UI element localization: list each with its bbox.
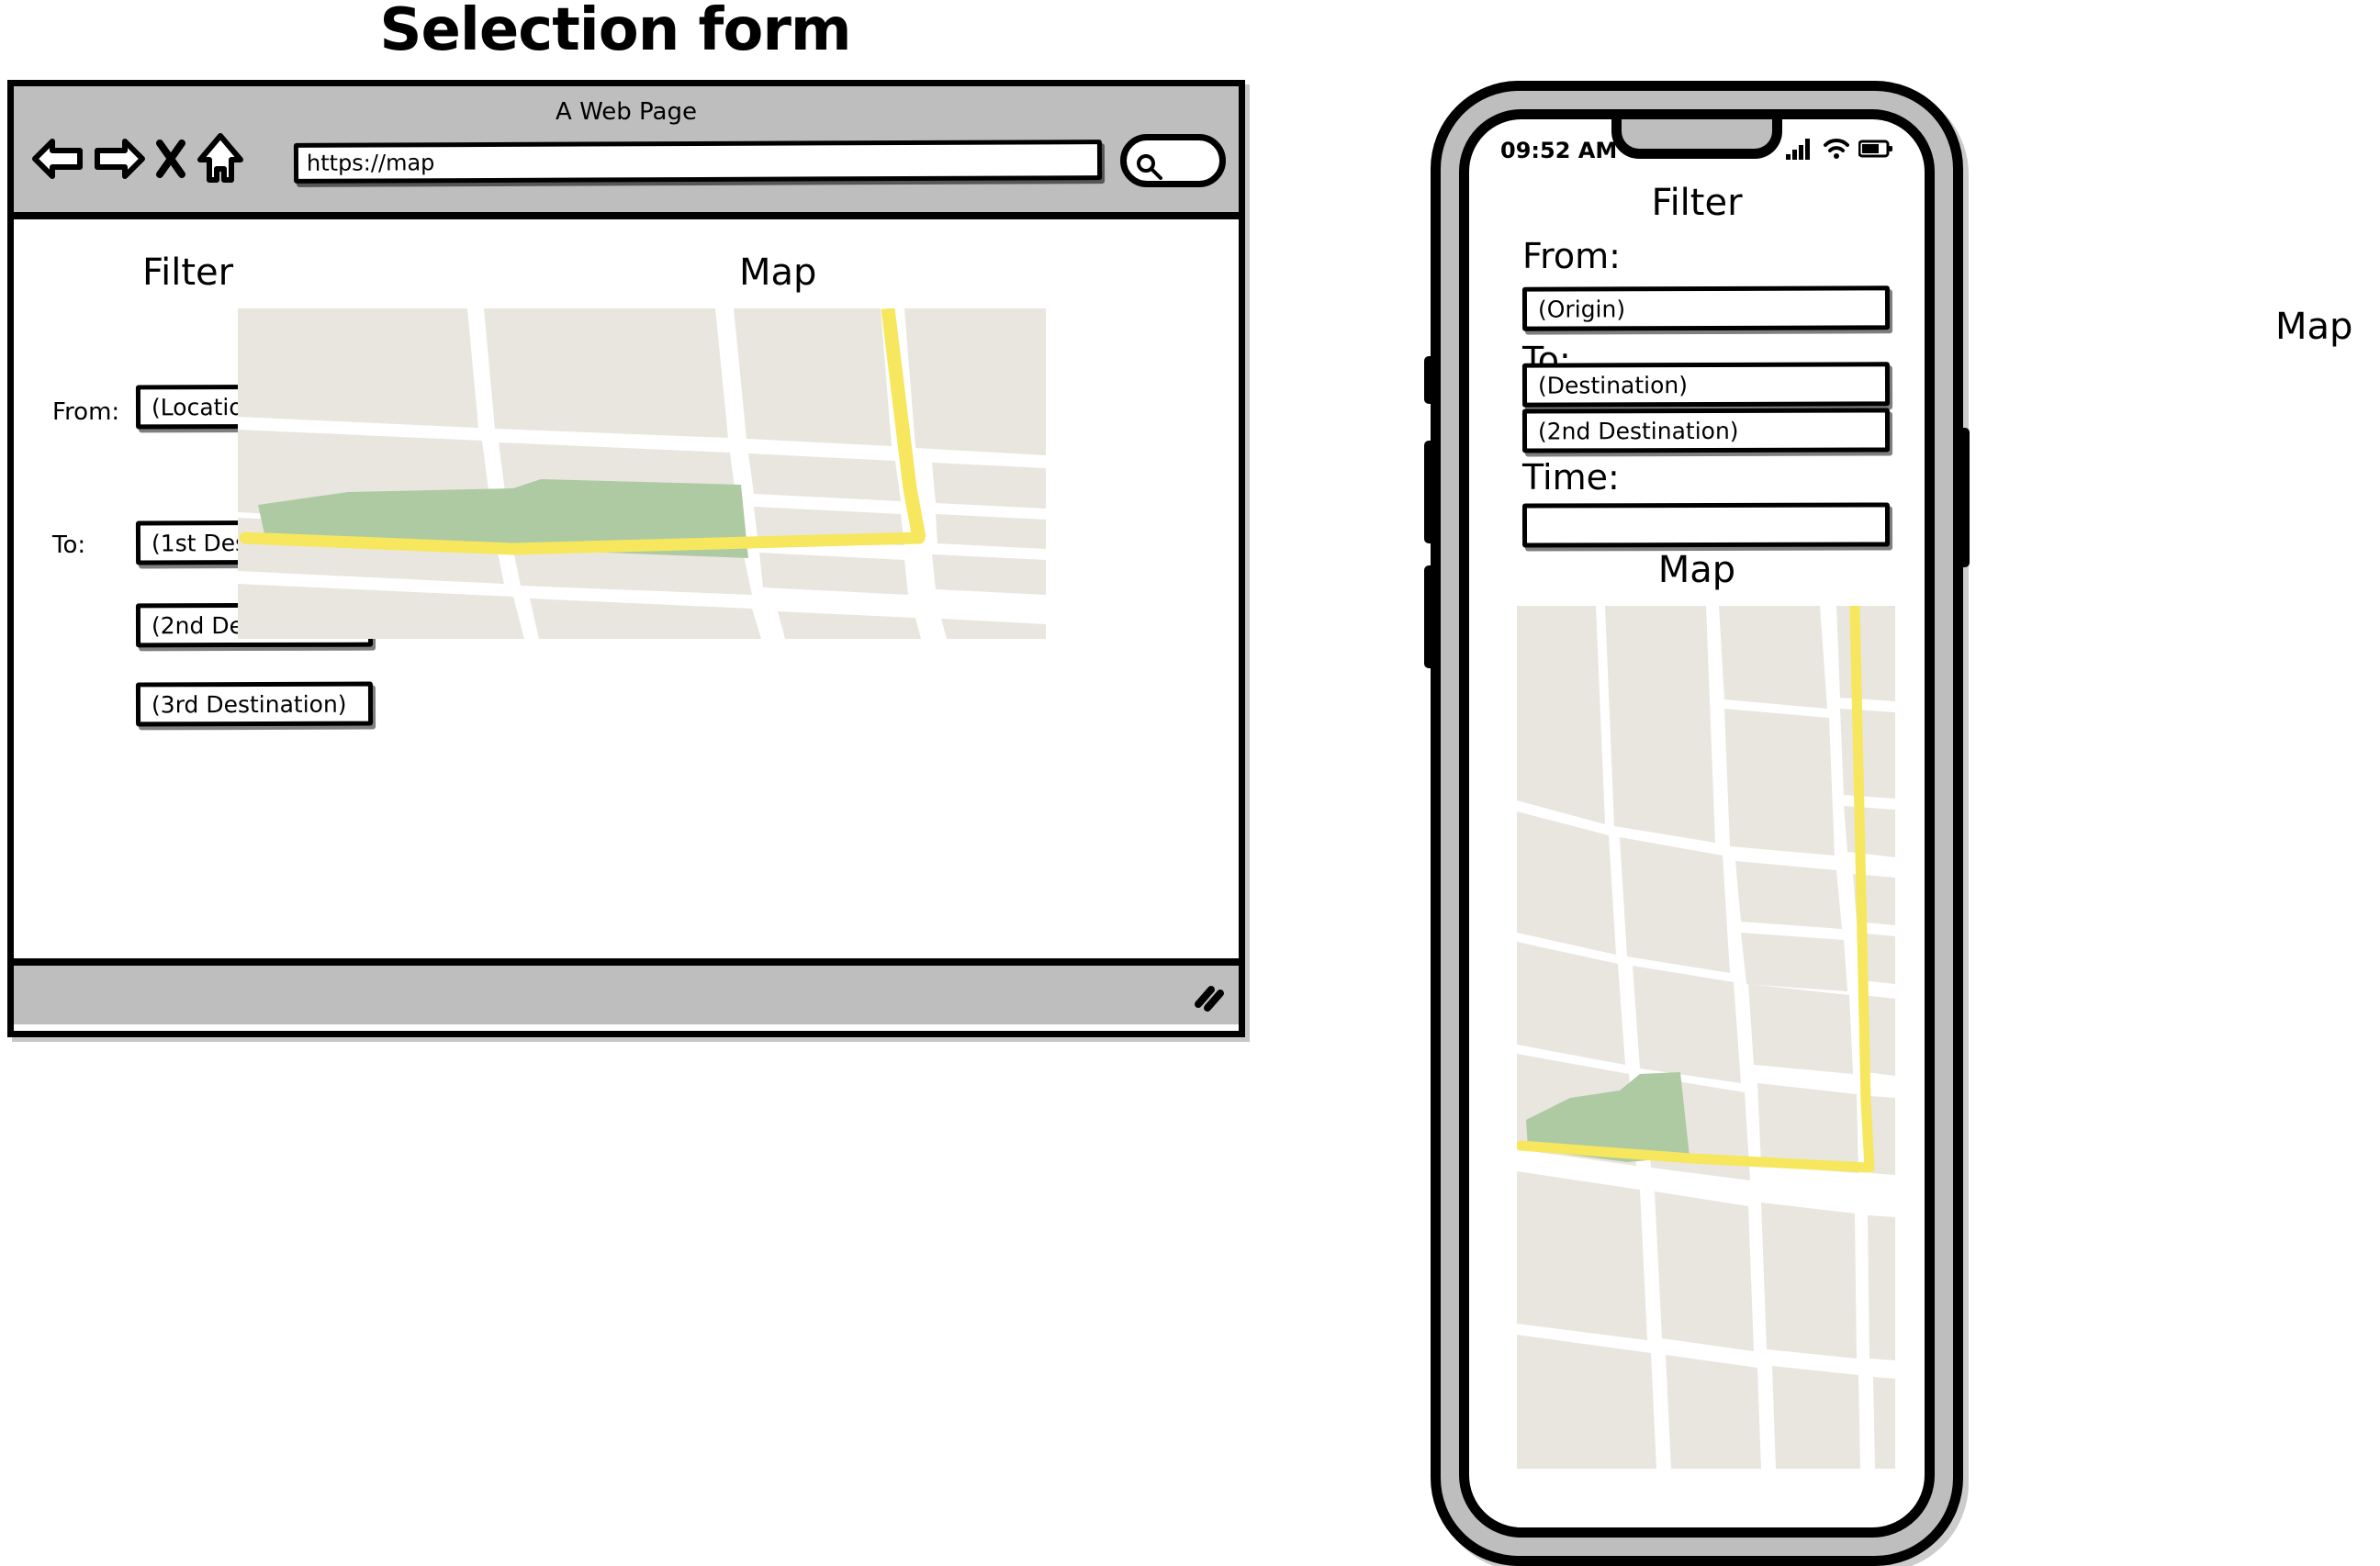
status-indicator-group — [1785, 137, 1893, 164]
desktop-destination-value-3: (3rd Destination) — [151, 690, 347, 718]
battery-icon — [1858, 139, 1893, 162]
desktop-from-label: From: — [52, 398, 120, 426]
phone-destination-input-1[interactable]: (Destination) — [1521, 362, 1891, 408]
desktop-map-tile[interactable] — [238, 308, 1046, 639]
phone-destination-value-1: (Destination) — [1537, 371, 1689, 399]
desktop-map-heading: Map — [739, 252, 817, 294]
close-icon[interactable] — [155, 136, 186, 182]
phone-time-input[interactable] — [1521, 502, 1891, 548]
search-button[interactable] — [1120, 134, 1226, 187]
phone-mockup: 09:52 AM Filter From: (Origin) To: (Dest… — [1424, 81, 1970, 1566]
phone-volume-down-button[interactable] — [1424, 565, 1435, 668]
phone-screen-title: Filter — [1651, 182, 1743, 224]
phone-power-button[interactable] — [1959, 428, 1970, 567]
desktop-to-label: To: — [52, 531, 86, 559]
browser-nav-controls — [32, 132, 244, 185]
browser-viewport: Filter Map From: (Location) To: (1st Des… — [14, 219, 1239, 958]
phone-from-value: (Origin) — [1537, 295, 1626, 323]
phone-time-label: Time: — [1522, 457, 1620, 498]
browser-footer — [14, 958, 1239, 1024]
cellular-signal-icon — [1785, 137, 1814, 164]
resize-grip-icon[interactable] — [1189, 980, 1226, 1017]
phone-destination-input-2[interactable]: (2nd Destination) — [1521, 408, 1891, 453]
phone-map-graphic — [1517, 606, 1895, 1469]
home-icon[interactable] — [196, 132, 244, 185]
address-bar[interactable]: https://map — [293, 140, 1103, 184]
phone-status-bar: 09:52 AM — [1469, 132, 1925, 169]
desktop-destination-input-3[interactable]: (3rd Destination) — [135, 681, 374, 727]
desktop-filter-heading: Filter — [142, 252, 234, 294]
desktop-map-graphic — [238, 308, 1046, 639]
phone-map-tile[interactable] — [1517, 606, 1895, 1469]
wireframe-canvas: Selection form A Web Page https://map Fi… — [0, 0, 2380, 1566]
wifi-icon — [1823, 137, 1850, 164]
arrow-right-icon[interactable] — [94, 135, 145, 183]
address-bar-value: https://map — [306, 150, 435, 176]
page-title: Selection form — [379, 0, 851, 64]
phone-mute-button[interactable] — [1424, 356, 1435, 404]
stray-map-label: Map — [2275, 306, 2353, 348]
browser-chrome: A Web Page https://map — [14, 86, 1239, 219]
phone-from-input[interactable]: (Origin) — [1521, 285, 1891, 331]
search-icon — [1134, 151, 1163, 185]
phone-screen: 09:52 AM Filter From: (Origin) To: (Dest… — [1459, 109, 1935, 1538]
phone-map-heading: Map — [1657, 549, 1736, 591]
phone-from-label: From: — [1522, 236, 1621, 276]
arrow-left-icon[interactable] — [32, 135, 84, 183]
status-time: 09:52 AM — [1500, 138, 1618, 163]
phone-volume-up-button[interactable] — [1424, 441, 1435, 543]
phone-destination-value-2: (2nd Destination) — [1537, 417, 1739, 444]
browser-window: A Web Page https://map Filter Map From: … — [7, 80, 1245, 1037]
browser-window-title: A Web Page — [556, 98, 697, 126]
